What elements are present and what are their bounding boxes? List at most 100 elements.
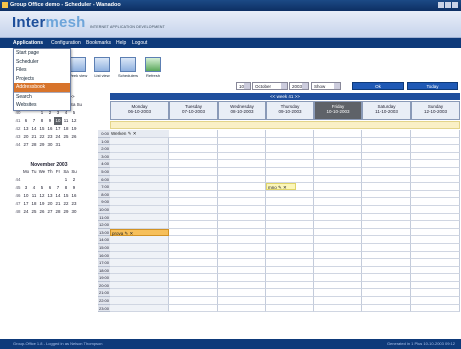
time-slot[interactable] (110, 190, 169, 199)
today-button[interactable]: Today (407, 82, 458, 90)
time-slot[interactable] (218, 251, 266, 260)
week-number[interactable]: 43 (14, 133, 22, 141)
time-slot[interactable] (266, 137, 314, 146)
calendar-day[interactable]: 7 (54, 184, 62, 192)
time-slot[interactable] (110, 266, 169, 275)
time-slot[interactable] (411, 145, 460, 153)
all-day-row[interactable] (110, 121, 460, 129)
time-slot[interactable] (266, 190, 314, 199)
day-header-tuesday[interactable]: Tuesday 07-10-2003 (169, 101, 218, 120)
calendar-day[interactable]: 25 (30, 208, 38, 216)
time-slot[interactable] (314, 205, 362, 214)
time-slot[interactable] (411, 251, 460, 260)
time-slot[interactable] (314, 281, 362, 290)
time-slot[interactable] (411, 198, 460, 206)
calendar-day[interactable]: 5 (70, 109, 78, 117)
time-slot[interactable] (362, 167, 411, 176)
time-slot[interactable] (218, 137, 266, 146)
time-slot[interactable] (314, 160, 362, 168)
time-slot[interactable] (362, 205, 411, 214)
time-slot[interactable] (110, 198, 169, 206)
week-navigator[interactable]: << week 41 >> (110, 93, 460, 100)
time-slot[interactable] (362, 251, 411, 260)
time-slot[interactable] (266, 130, 314, 138)
time-slot[interactable] (218, 289, 266, 298)
time-slot[interactable] (411, 190, 460, 199)
time-slot[interactable] (218, 183, 266, 191)
time-slot[interactable] (110, 160, 169, 168)
week-number[interactable]: 41 (14, 117, 22, 125)
time-slot[interactable] (218, 213, 266, 222)
time-slot[interactable] (411, 205, 460, 214)
time-slot[interactable] (411, 130, 460, 138)
dropdown-item-search[interactable]: Search (14, 91, 70, 102)
time-slot[interactable] (169, 274, 218, 282)
time-slot[interactable] (411, 281, 460, 290)
time-slot[interactable] (266, 266, 314, 275)
time-slot[interactable] (169, 190, 218, 199)
dropdown-item-start-page[interactable]: Start page (14, 49, 70, 58)
time-slot[interactable] (314, 297, 362, 305)
menu-bookmarks[interactable]: Bookmarks (86, 38, 111, 48)
calendar-day[interactable]: 18 (62, 125, 70, 133)
time-slot[interactable] (362, 190, 411, 199)
delete-icon[interactable]: ✕ (131, 131, 137, 136)
day-header-friday[interactable]: Friday 10-10-2003 (314, 101, 362, 120)
time-slot[interactable] (218, 228, 266, 237)
calendar-day[interactable]: 30 (46, 141, 54, 149)
time-slot[interactable] (362, 259, 411, 267)
time-slot[interactable] (266, 175, 314, 184)
calendar-day[interactable]: 31 (54, 141, 62, 149)
time-slot[interactable] (218, 281, 266, 290)
day-header-saturday[interactable]: Saturday 11-10-2003 (362, 101, 411, 120)
time-slot[interactable] (218, 304, 266, 313)
time-slot[interactable] (110, 274, 169, 282)
time-slot[interactable] (169, 251, 218, 260)
time-slot[interactable] (314, 137, 362, 146)
time-slot[interactable] (314, 183, 362, 191)
time-slot[interactable] (362, 160, 411, 168)
time-slot[interactable] (266, 281, 314, 290)
week-number[interactable]: 44 (14, 176, 22, 184)
time-slot[interactable] (362, 221, 411, 229)
time-slot[interactable] (362, 297, 411, 305)
calendar-day[interactable]: 14 (54, 192, 62, 200)
time-slot[interactable] (314, 167, 362, 176)
calendar-day[interactable]: 29 (38, 141, 46, 149)
time-slot[interactable] (169, 137, 218, 146)
time-slot[interactable] (169, 175, 218, 184)
calendar-day[interactable]: 5 (38, 184, 46, 192)
calendar-day[interactable]: 27 (46, 208, 54, 216)
time-slot[interactable] (169, 297, 218, 305)
day-select[interactable]: 10 (236, 82, 251, 90)
time-slot[interactable] (110, 243, 169, 252)
time-slot[interactable] (411, 175, 460, 184)
delete-icon[interactable]: ✕ (128, 231, 134, 236)
calendar-day[interactable]: 1 (62, 176, 70, 184)
time-slot[interactable] (411, 289, 460, 298)
calendar-day[interactable]: 6 (22, 117, 30, 125)
time-slot[interactable] (362, 228, 411, 237)
dropdown-item-addressbook[interactable]: Addressbook (14, 83, 70, 92)
time-slot[interactable] (110, 259, 169, 267)
calendar-day[interactable]: 24 (54, 133, 62, 141)
dropdown-item-projects[interactable]: Projects (14, 75, 70, 84)
calendar-day[interactable]: 19 (38, 200, 46, 208)
time-slot[interactable] (362, 130, 411, 138)
time-slot[interactable] (362, 236, 411, 244)
time-slot[interactable] (110, 213, 169, 222)
calendar-day[interactable]: 10 (54, 117, 62, 125)
time-slot[interactable] (218, 130, 266, 138)
calendar-day[interactable]: 9 (46, 117, 54, 125)
time-slot[interactable] (169, 236, 218, 244)
calendar-day[interactable]: 2 (70, 176, 78, 184)
list-view-button[interactable]: List view (94, 57, 110, 78)
time-slot[interactable] (169, 213, 218, 222)
time-slot[interactable] (266, 243, 314, 252)
calendar-day[interactable]: 12 (70, 117, 78, 125)
time-slot[interactable] (411, 243, 460, 252)
calendar-day[interactable]: 16 (70, 192, 78, 200)
time-slot[interactable] (362, 198, 411, 206)
week-number[interactable]: 46 (14, 192, 22, 200)
refresh-button[interactable]: Refresh (145, 57, 161, 78)
